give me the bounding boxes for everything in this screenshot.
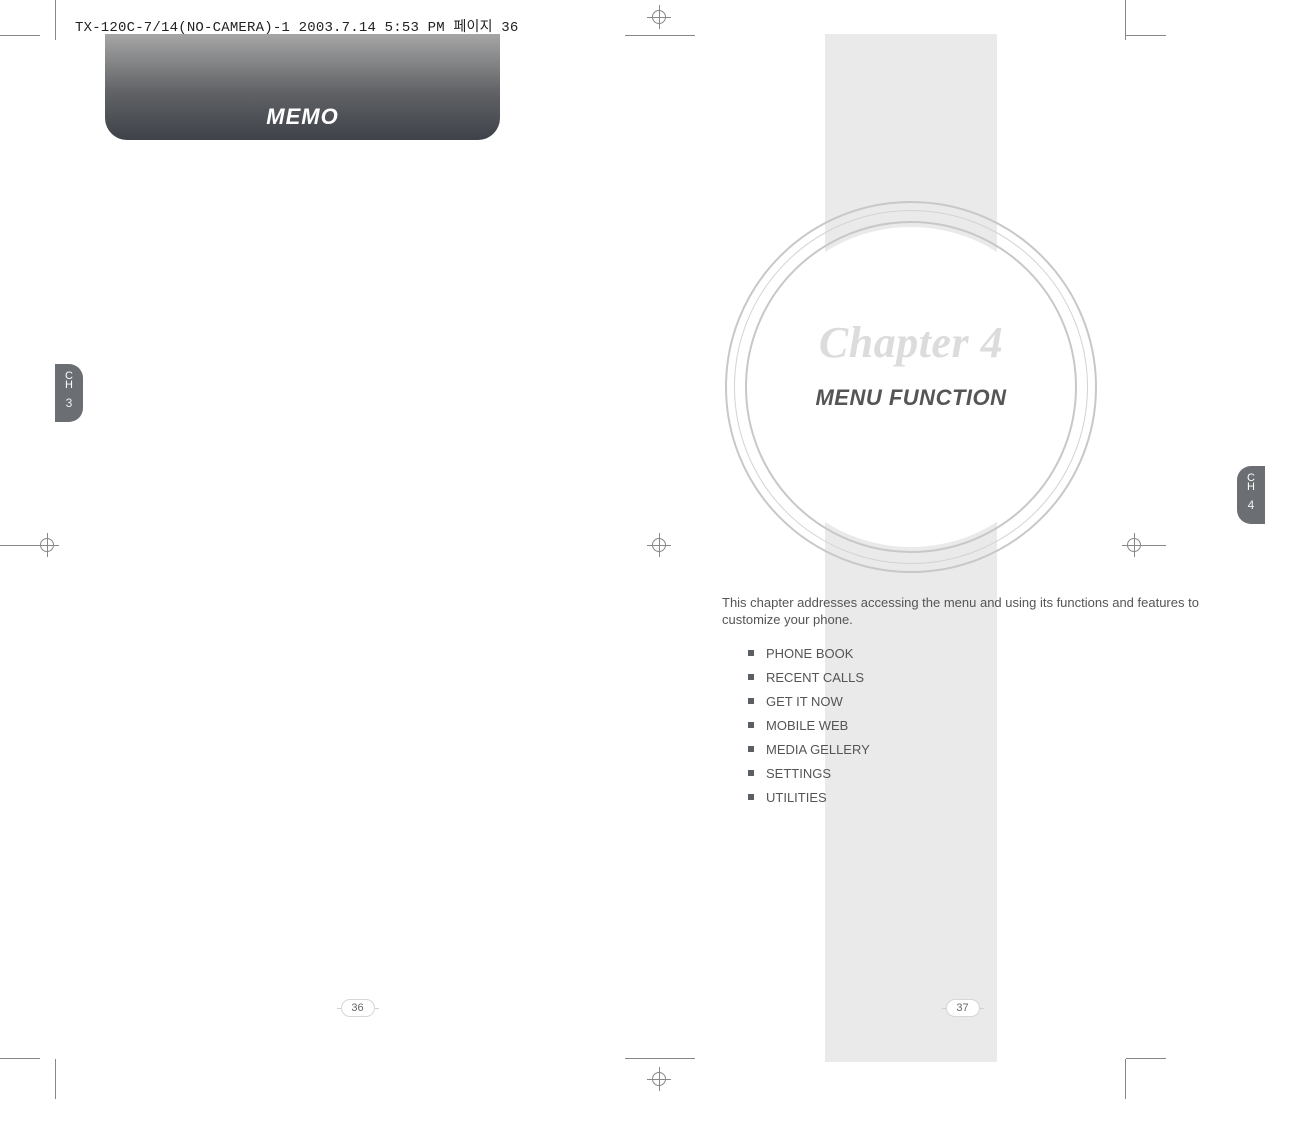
memo-title: MEMO [266, 104, 338, 130]
page-number-left: 36 [341, 999, 375, 1017]
list-item: RECENT CALLS [748, 670, 870, 685]
print-header-text: TX-120C-7/14(NO-CAMERA)-1 2003.7.14 5:53… [75, 16, 519, 36]
crop-mark [0, 545, 40, 546]
chapter-menu-list: PHONE BOOK RECENT CALLS GET IT NOW MOBIL… [748, 646, 870, 814]
memo-header: MEMO [105, 34, 500, 140]
chapter-tab-h: H [1237, 483, 1265, 492]
page-right: Chapter 4 MENU FUNCTION This chapter add… [660, 34, 1265, 1062]
chapter-tab-number: 4 [1237, 498, 1265, 512]
chapter-tab-h: H [55, 381, 83, 390]
crop-mark [1125, 1059, 1126, 1099]
list-item-label: PHONE BOOK [766, 646, 853, 661]
chapter-circle: Chapter 4 MENU FUNCTION [721, 197, 1101, 577]
list-item-label: MEDIA GELLERY [766, 742, 870, 757]
chapter-tab-number: 3 [55, 396, 83, 410]
list-item-label: MOBILE WEB [766, 718, 848, 733]
list-item-label: SETTINGS [766, 766, 831, 781]
list-item: PHONE BOOK [748, 646, 870, 661]
crop-mark [0, 1058, 40, 1059]
crop-mark [55, 1059, 56, 1099]
registration-mark-icon [647, 5, 671, 29]
manual-spread: MEMO C H 3 36 Chapter 4 MENU FUNCTION Th… [55, 34, 1265, 1062]
list-item: MEDIA GELLERY [748, 742, 870, 757]
list-item: SETTINGS [748, 766, 870, 781]
list-item: GET IT NOW [748, 694, 870, 709]
chapter-tab-left: C H 3 [55, 364, 83, 422]
list-item-label: UTILITIES [766, 790, 827, 805]
chapter-title: Chapter 4 [721, 317, 1101, 368]
registration-mark-icon [647, 1067, 671, 1091]
page-left: MEMO C H 3 36 [55, 34, 660, 1062]
list-item-label: GET IT NOW [766, 694, 843, 709]
list-item: MOBILE WEB [748, 718, 870, 733]
list-item: UTILITIES [748, 790, 870, 805]
chapter-intro-text: This chapter addresses accessing the men… [722, 594, 1212, 628]
chapter-tab-right: C H 4 [1237, 466, 1265, 524]
crop-mark [0, 35, 40, 36]
page-number-right: 37 [946, 999, 980, 1017]
chapter-subtitle: MENU FUNCTION [721, 385, 1101, 411]
list-item-label: RECENT CALLS [766, 670, 864, 685]
